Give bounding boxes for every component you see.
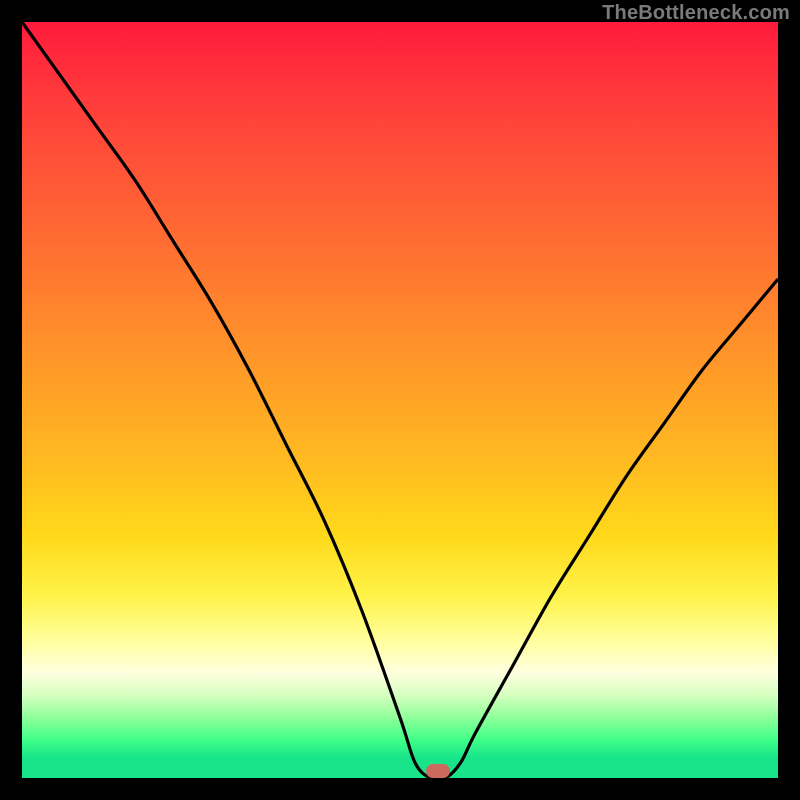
bottleneck-curve [22,22,778,778]
bottleneck-marker [426,764,450,778]
plot-area [22,22,778,778]
chart-frame: TheBottleneck.com [0,0,800,800]
curve-svg [22,22,778,778]
